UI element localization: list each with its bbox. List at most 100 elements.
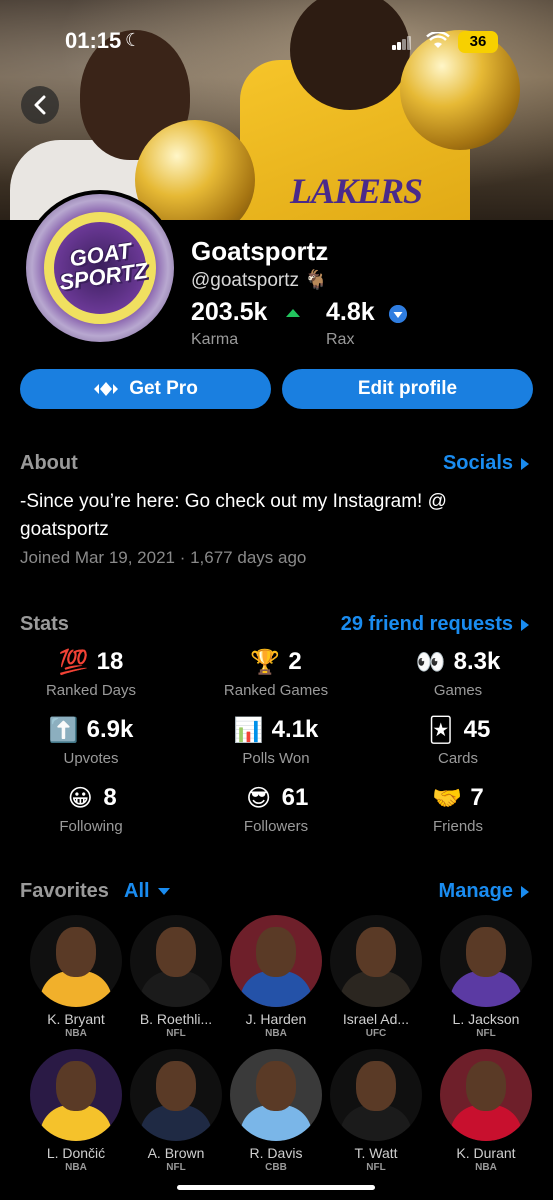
- stat-ranked-games[interactable]: 🏆 2 Ranked Games: [186, 646, 366, 699]
- player-avatar: [30, 1049, 122, 1141]
- player-league: NBA: [265, 1028, 287, 1039]
- stat-label: Upvotes: [63, 750, 119, 767]
- favorites-filter-label: All: [124, 880, 150, 902]
- chevron-down-icon: [157, 888, 170, 895]
- signal-icon: [392, 36, 412, 50]
- player-name: K. Bryant: [47, 1011, 105, 1027]
- stat-value: 2: [288, 648, 302, 675]
- player-head: [356, 1061, 396, 1111]
- player-name: K. Durant: [456, 1145, 516, 1161]
- karma-value: 203.5k: [191, 298, 268, 326]
- get-pro-label: Get Pro: [129, 378, 198, 399]
- player-avatar: [330, 1049, 422, 1141]
- stat-value: 6.9k: [86, 716, 134, 743]
- karma-up-icon: [286, 309, 300, 317]
- player-league: UFC: [365, 1028, 387, 1039]
- favorite-player[interactable]: K. Durant NBA: [431, 1049, 541, 1173]
- socials-label: Socials: [442, 452, 513, 474]
- stat-followers[interactable]: 😎 61 Followers: [186, 782, 366, 835]
- avatar[interactable]: GOAT SPORTZ: [22, 190, 178, 346]
- player-league: NFL: [476, 1028, 496, 1039]
- player-head: [466, 1061, 506, 1111]
- joined-date: Joined Mar 19, 2021 · 1,677 days ago: [20, 548, 307, 567]
- chevron-left-icon: [34, 95, 46, 115]
- player-name: J. Harden: [245, 1011, 307, 1027]
- stat-label: Friends: [432, 818, 484, 835]
- stat-friends[interactable]: 🤝 7 Friends: [368, 782, 548, 835]
- stat-cards[interactable]: 🃏 45 Cards: [368, 714, 548, 767]
- favorites-filter-dropdown[interactable]: All: [124, 880, 170, 903]
- friend-requests-label: 29 friend requests: [340, 613, 513, 635]
- favorite-player[interactable]: T. Watt NFL: [321, 1049, 431, 1173]
- favorite-player[interactable]: B. Roethli... NFL: [121, 915, 231, 1039]
- stat-value: 18: [96, 648, 124, 675]
- rax-icon: [389, 305, 407, 323]
- edit-profile-button[interactable]: Edit profile: [282, 369, 533, 409]
- up-arrow-icon: ⬆️: [48, 716, 79, 744]
- player-league: NFL: [366, 1162, 386, 1173]
- player-name: R. Davis: [249, 1145, 303, 1161]
- favorite-player[interactable]: L. Dončić NBA: [21, 1049, 131, 1173]
- player-avatar: [440, 1049, 532, 1141]
- player-league: NFL: [166, 1028, 186, 1039]
- sunglasses-face-icon: 😎: [246, 784, 272, 812]
- player-head: [156, 927, 196, 977]
- player-league: NBA: [65, 1028, 87, 1039]
- bar-chart-icon: 📊: [233, 716, 264, 744]
- player-name: T. Watt: [354, 1145, 398, 1161]
- moon-icon: ☾: [125, 30, 142, 50]
- player-name: Israel Ad...: [342, 1011, 410, 1027]
- hundred-points-icon: 💯: [58, 648, 89, 676]
- player-avatar: [440, 915, 532, 1007]
- back-button[interactable]: [21, 86, 59, 124]
- stat-value: 8: [103, 784, 117, 811]
- favorite-player[interactable]: R. Davis CBB: [221, 1049, 331, 1173]
- joker-card-icon: 🃏: [428, 716, 453, 744]
- stats-title: Stats: [20, 613, 69, 635]
- favorite-player[interactable]: K. Bryant NBA: [21, 915, 131, 1039]
- favorite-player[interactable]: J. Harden NBA: [221, 915, 331, 1039]
- player-name: B. Roethli...: [139, 1011, 213, 1027]
- stat-games[interactable]: 👀 8.3k Games: [368, 646, 548, 699]
- player-head: [356, 927, 396, 977]
- banner-jersey-text: LAKERS: [290, 171, 423, 211]
- player-league: NBA: [475, 1162, 497, 1173]
- stat-value: 45: [463, 716, 491, 743]
- stat-label: Following: [59, 818, 123, 835]
- player-avatar: [230, 1049, 322, 1141]
- stat-label: Ranked Days: [45, 682, 137, 699]
- get-pro-button[interactable]: Get Pro: [20, 369, 271, 409]
- karma-label: Karma: [191, 331, 239, 348]
- stat-label: Followers: [243, 818, 309, 835]
- player-head: [256, 927, 296, 977]
- profile-bio: -Since you’re here: Go check out my Inst…: [20, 491, 447, 540]
- stat-following[interactable]: 😀 8 Following: [1, 782, 181, 835]
- favorite-player[interactable]: A. Brown NFL: [121, 1049, 231, 1173]
- friend-requests-link[interactable]: 29 friend requests: [341, 613, 529, 636]
- stat-value: 7: [470, 784, 484, 811]
- stat-label: Ranked Games: [223, 682, 329, 699]
- about-title: About: [20, 452, 78, 474]
- rax-value: 4.8k: [326, 298, 375, 326]
- favorite-player[interactable]: Israel Ad... UFC: [321, 915, 431, 1039]
- stat-label: Polls Won: [242, 750, 310, 767]
- grinning-face-icon: 😀: [67, 784, 93, 812]
- rax-label: Rax: [326, 331, 355, 348]
- player-league: NFL: [166, 1162, 186, 1173]
- profile-handle: @goatsportz 🐐: [191, 270, 328, 291]
- stat-upvotes[interactable]: ⬆️ 6.9k Upvotes: [1, 714, 181, 767]
- player-avatar: [130, 915, 222, 1007]
- chevron-right-icon: [521, 618, 529, 631]
- stat-ranked-days[interactable]: 💯 18 Ranked Days: [1, 646, 181, 699]
- handshake-icon: 🤝: [432, 784, 463, 812]
- manage-label: Manage: [438, 880, 513, 902]
- eyes-icon: 👀: [415, 648, 446, 676]
- favorite-player[interactable]: L. Jackson NFL: [431, 915, 541, 1039]
- manage-favorites-link[interactable]: Manage: [439, 880, 529, 903]
- socials-link[interactable]: Socials: [443, 452, 529, 475]
- player-avatar: [330, 915, 422, 1007]
- home-indicator[interactable]: [177, 1185, 375, 1190]
- stat-polls-won[interactable]: 📊 4.1k Polls Won: [186, 714, 366, 767]
- player-name: L. Dončić: [46, 1145, 106, 1161]
- player-name: A. Brown: [147, 1145, 205, 1161]
